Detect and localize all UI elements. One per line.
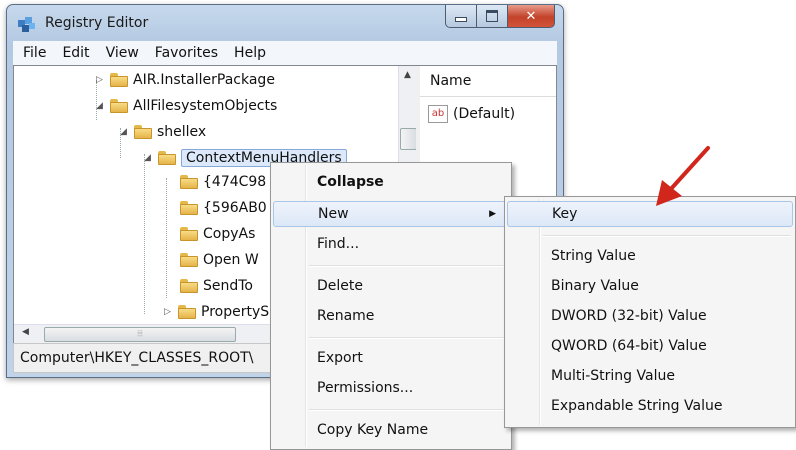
tree-node-label: PropertySh (201, 304, 278, 320)
folder-icon (134, 125, 152, 139)
tree-connector (166, 178, 167, 298)
menu-item-copy-key-name[interactable]: Copy Key Name (273, 417, 509, 443)
tree-node-label: {596AB0 (203, 200, 267, 216)
new-submenu: Key String Value Binary Value DWORD (32-… (504, 196, 796, 428)
window-title: Registry Editor (45, 15, 149, 31)
menu-item-binary-value[interactable]: Binary Value (507, 273, 793, 299)
menu-separator (543, 235, 791, 237)
expanded-arrow-icon[interactable]: ◢ (96, 101, 106, 111)
title-bar[interactable]: Registry Editor ✕ (7, 5, 563, 41)
menu-file[interactable]: File (17, 45, 56, 61)
menu-favorites[interactable]: Favorites (149, 45, 228, 61)
folder-icon (110, 99, 128, 113)
maximize-button[interactable] (477, 5, 508, 28)
menu-item-expandable-string-value[interactable]: Expandable String Value (507, 393, 793, 419)
menu-item-label: New (318, 206, 349, 222)
menu-item-collapse[interactable]: Collapse (273, 169, 509, 195)
menu-item-find[interactable]: Find... (273, 231, 509, 257)
scroll-up-icon[interactable]: ▲ (404, 70, 411, 80)
tree-node[interactable]: ◢ shellex (120, 120, 206, 144)
tree-connector (144, 154, 145, 314)
registry-app-icon (18, 17, 35, 32)
menu-item-permissions[interactable]: Permissions... (273, 375, 509, 401)
tree-node-label: shellex (157, 124, 207, 140)
collapsed-arrow-icon[interactable]: ▷ (96, 75, 106, 85)
scroll-thumb[interactable]: ⦙⦙⦙ (44, 327, 236, 342)
context-menu: Collapse New ▶ Find... Delete Rename Exp… (270, 162, 512, 450)
menu-item-new[interactable]: New ▶ (273, 201, 509, 227)
menu-bar: File Edit View Favorites Help (13, 41, 557, 65)
red-arrow-icon (656, 146, 710, 206)
tree-node[interactable]: {474C98 (180, 170, 266, 194)
folder-icon (180, 227, 198, 241)
tree-node[interactable]: ▷ AIR.InstallerPackage (96, 68, 275, 92)
tree-node-label: CopyAs (203, 226, 256, 242)
tree-node-label: AIR.InstallerPackage (133, 72, 275, 88)
tree-node[interactable]: CopyAs (180, 222, 255, 246)
expanded-arrow-icon[interactable]: ◢ (144, 153, 154, 163)
collapsed-arrow-icon[interactable]: ▷ (164, 307, 174, 317)
value-name: (Default) (453, 106, 516, 122)
menu-edit[interactable]: Edit (56, 45, 99, 61)
menu-separator (309, 265, 507, 267)
menu-separator (309, 337, 507, 339)
value-row[interactable]: ab (Default) (420, 97, 556, 123)
menu-view[interactable]: View (100, 45, 149, 61)
tree-node[interactable]: Open W (180, 248, 259, 272)
folder-icon (110, 73, 128, 87)
tree-node-label: {474C98 (203, 174, 267, 190)
folder-icon (158, 151, 176, 165)
submenu-arrow-icon: ▶ (489, 209, 496, 219)
menu-item-dword-value[interactable]: DWORD (32-bit) Value (507, 303, 793, 329)
maximize-icon (486, 10, 498, 22)
minimize-icon (455, 16, 467, 22)
expanded-arrow-icon[interactable]: ◢ (120, 127, 130, 137)
tree-node[interactable]: ◢ AllFilesystemObjects (96, 94, 277, 118)
menu-separator (309, 409, 507, 411)
close-icon: ✕ (525, 8, 537, 24)
tree-node[interactable]: ▷ PropertySh (164, 300, 278, 324)
menu-item-delete[interactable]: Delete (273, 273, 509, 299)
status-path: Computer\HKEY_CLASSES_ROOT\ (20, 350, 254, 366)
close-button[interactable]: ✕ (508, 5, 555, 28)
menu-item-string-value[interactable]: String Value (507, 243, 793, 269)
tree-node-label: Open W (203, 252, 259, 268)
column-header-name[interactable]: Name (420, 66, 556, 97)
minimize-button[interactable] (445, 5, 477, 28)
string-value-icon: ab (428, 105, 448, 123)
tree-node[interactable]: {596AB0 (180, 196, 267, 220)
tree-node[interactable]: SendTo (180, 274, 253, 298)
menu-item-multi-string-value[interactable]: Multi-String Value (507, 363, 793, 389)
folder-icon (178, 305, 196, 319)
scroll-left-icon[interactable]: ◀ (22, 327, 29, 337)
menu-item-qword-value[interactable]: QWORD (64-bit) Value (507, 333, 793, 359)
menu-item-rename[interactable]: Rename (273, 303, 509, 329)
tree-node-label: AllFilesystemObjects (133, 98, 278, 114)
scroll-thumb[interactable] (400, 128, 417, 150)
folder-icon (180, 253, 198, 267)
folder-icon (180, 175, 198, 189)
tree-node-label: SendTo (203, 278, 253, 294)
folder-icon (180, 279, 198, 293)
folder-icon (180, 201, 198, 215)
menu-item-export[interactable]: Export (273, 345, 509, 371)
menu-help[interactable]: Help (228, 45, 276, 61)
